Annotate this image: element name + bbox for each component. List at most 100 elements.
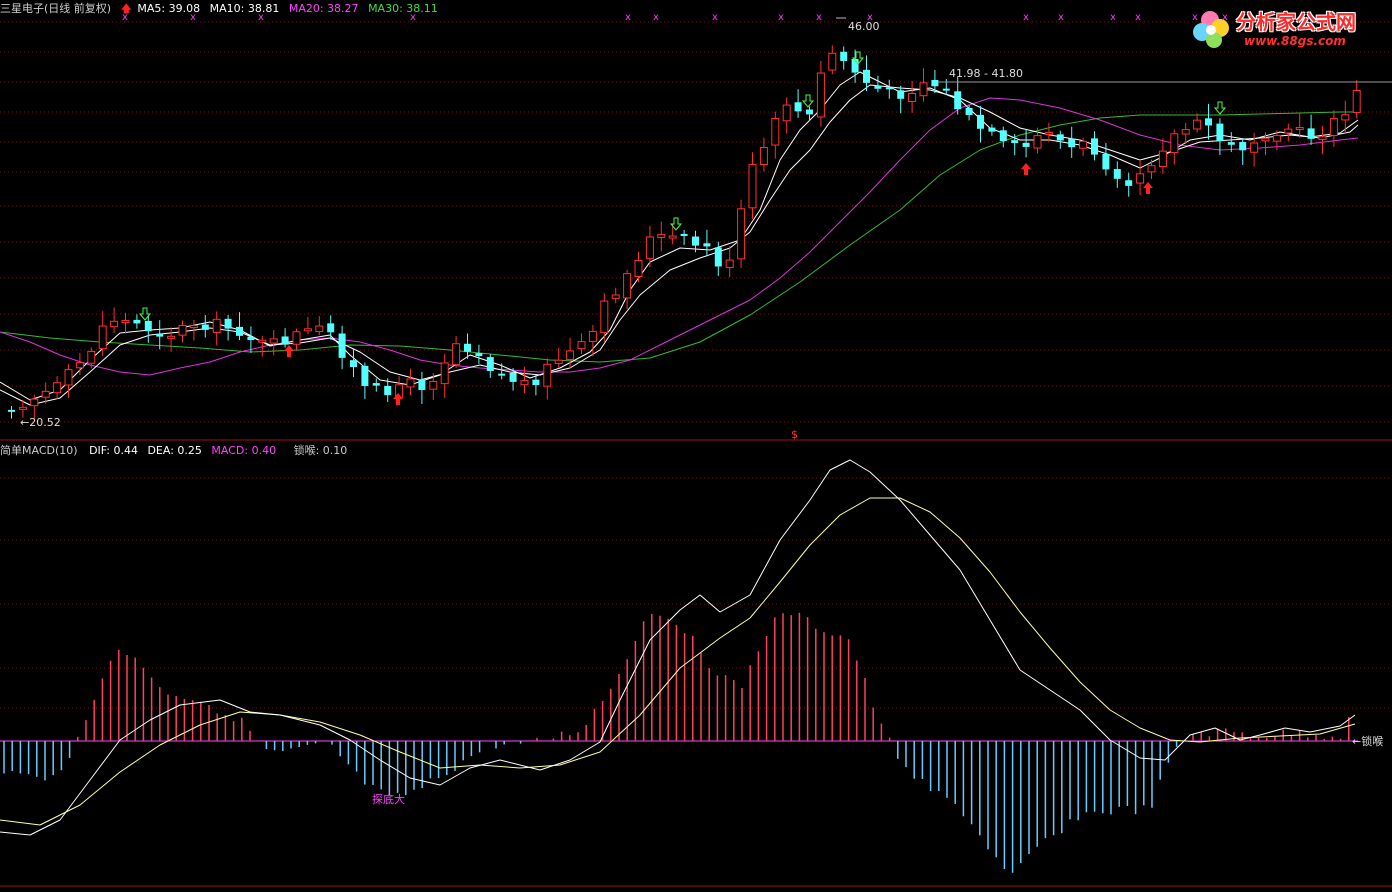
dif-label: DIF: 0.44 [89,444,138,457]
candle-body-up [1284,128,1293,134]
candle-body-up [1147,165,1156,173]
candle-body-down [1113,169,1121,179]
candle-body-down [965,107,973,115]
candle-body-down [897,90,905,99]
candle-body-up [1193,119,1202,130]
candle-body-up [87,350,96,364]
candle-body-up [771,118,780,146]
high-price-label: 46.00 [848,20,880,33]
candle-body-down [874,85,882,89]
candle-body-down [372,383,380,386]
macd-histogram [3,612,1350,873]
candle-body-up [269,338,278,344]
candle-body-up [18,406,27,410]
ma-lines [0,71,1359,406]
candle-body-down [1125,180,1133,186]
ma10-label: MA10: 38.81 [209,2,280,15]
sell-arrow-icon [801,94,815,108]
candle-body-up [645,236,654,260]
tandi-label: 探底大 [372,792,405,806]
signal-cross: x [816,12,822,23]
candle-body-up [292,331,301,345]
candle-body-down [954,91,962,110]
signal-cross: x [653,12,659,23]
watermark-logo: 分析家公式网 www.88gs.com [1188,2,1388,52]
candle-body-up [406,378,415,388]
candle-body-up [258,339,267,343]
candle-body-up [668,235,677,239]
candle-body-up [737,208,746,260]
candle-body-up [725,259,734,268]
candle-body-up [167,335,176,339]
candle-body-up [1044,131,1053,135]
candle-body-up [1352,90,1361,113]
candle-body-down [942,88,950,91]
candle-body-up [1250,142,1259,153]
candle-body-down [247,336,255,341]
candle-body-down [384,385,392,396]
candle-body-down [1011,140,1019,144]
candle-body-up [98,325,107,350]
candle-body-up [623,273,632,299]
dea-label: DEA: 0.25 [147,444,202,457]
candle-body-down [863,69,870,83]
candle-body-up [189,325,198,329]
candle-body-up [440,362,449,385]
ma5-line [0,71,1359,401]
candle-body-down [692,236,699,246]
ma30-label: MA30: 38.11 [368,2,438,15]
candle-body-up [1033,135,1042,149]
suohou-pointer-label: ←锁喉 [1352,734,1383,748]
candle-body-up [30,398,39,407]
candle-body-up [452,343,461,366]
candle-body-down [1239,142,1247,151]
candle-body-up [53,382,62,394]
candle-body-up [759,146,768,165]
candle-body-down [806,109,813,115]
candle-body-down [509,372,517,382]
candle-body-down [1068,138,1076,148]
candle-body-down [1022,142,1030,147]
candle-body-up [588,330,597,342]
candle-body-up [919,82,928,97]
signal-cross: x [1110,12,1116,23]
candle-body-down [977,114,984,129]
candle-body-up [816,72,825,118]
candle-body-up [782,104,791,122]
signal-cross: x [712,12,718,23]
candle-body-up [64,369,73,386]
candle-body-down [486,357,494,372]
chart-stage: x x x x x x x x x x x x x x x x x x 46.00 41.98 - 41.80 ←20.… [0,0,1392,889]
candle-body-down [418,379,426,390]
candle-body-down [464,343,471,352]
signal-arrows [138,51,1227,405]
candle-body-up [1295,127,1304,131]
candle-body-down [840,51,848,61]
ma20-line [0,97,1359,376]
candle-body-down [1205,118,1212,126]
candle-body-up [543,363,552,387]
candle-body-up [634,259,643,278]
suohou-label: 锁喉: 0.10 [293,444,348,457]
candlesticks [8,45,1361,420]
signal-cross: x [1058,12,1064,23]
candle-body-up [1261,137,1270,142]
candle-body-up [1318,136,1327,141]
candle-body-down [1091,138,1098,155]
candle-body-up [1158,150,1167,168]
candle-body-up [1079,140,1088,149]
candle-body-down [703,243,711,247]
candle-body-up [303,328,312,332]
candle-body-down [475,353,483,357]
candle-body-down [931,79,939,87]
candle-body-down [338,333,346,358]
candle-body-down [532,379,540,386]
candle-body-up [429,380,438,390]
grid-lines [0,21,1392,709]
watermark-brand: 分析家公式网 [1236,10,1356,34]
candle-body-up [178,324,187,336]
candle-body-up [212,318,221,334]
candle-body-up [657,234,666,238]
candle-body-down [714,247,722,267]
buy-arrow-icon [1021,163,1031,175]
